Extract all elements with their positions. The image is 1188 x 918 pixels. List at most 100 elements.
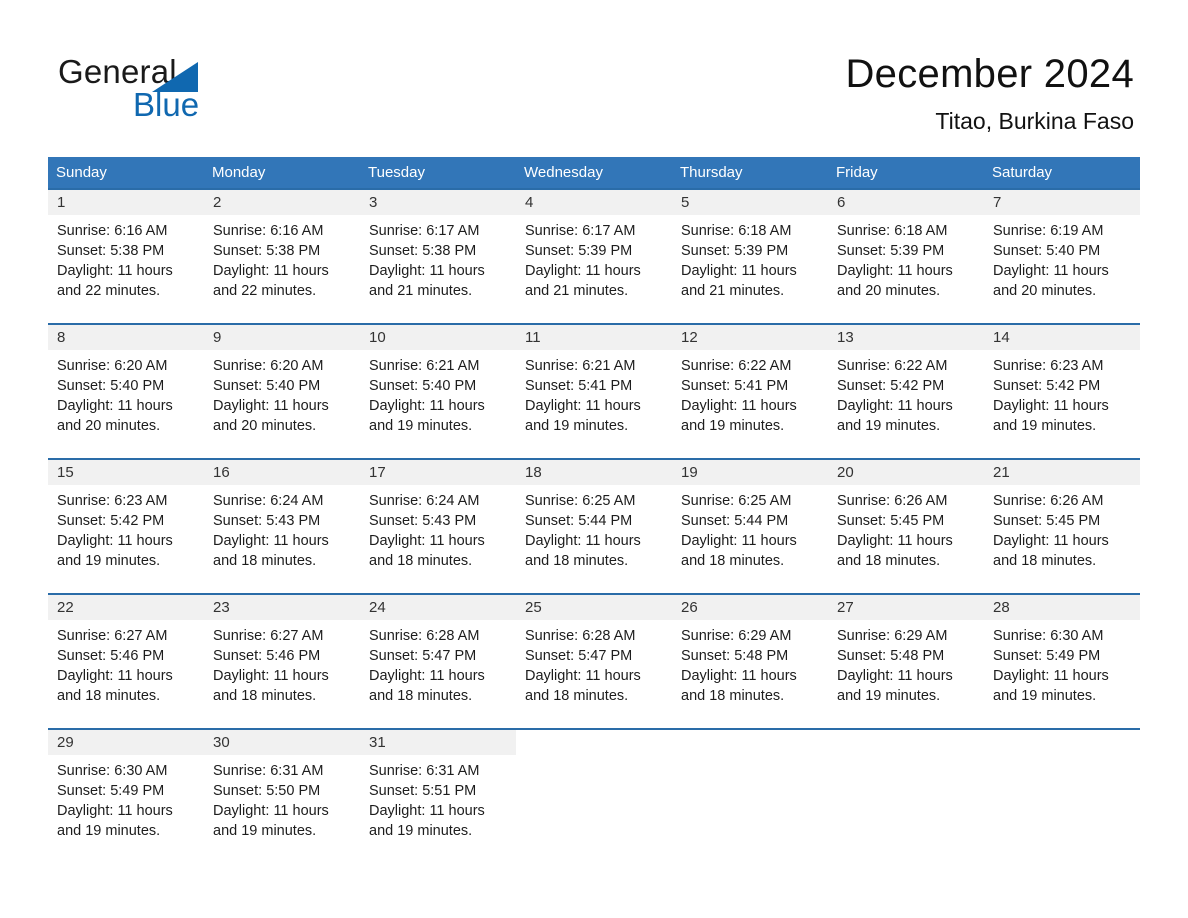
day-cell[interactable]: 28 Sunrise: 6:30 AM Sunset: 5:49 PM Dayl… <box>984 595 1140 728</box>
day-cell[interactable]: 7 Sunrise: 6:19 AM Sunset: 5:40 PM Dayli… <box>984 190 1140 323</box>
daylight-text-line1: Daylight: 11 hours <box>993 263 1109 279</box>
sunset-text: Sunset: 5:51 PM <box>369 783 477 799</box>
day-cell[interactable]: 29 Sunrise: 6:30 AM Sunset: 5:49 PM Dayl… <box>48 730 204 863</box>
date-number: 17 <box>369 464 386 481</box>
sunset-text: Sunset: 5:47 PM <box>525 648 633 664</box>
daylight-text-line2: and 20 minutes. <box>213 418 317 434</box>
sunset-text: Sunset: 5:45 PM <box>993 513 1101 529</box>
sunset-text: Sunset: 5:47 PM <box>369 648 477 664</box>
day-cell[interactable]: 30 Sunrise: 6:31 AM Sunset: 5:50 PM Dayl… <box>204 730 360 863</box>
day-cell[interactable]: 21 Sunrise: 6:26 AM Sunset: 5:45 PM Dayl… <box>984 460 1140 593</box>
date-band: 3 <box>360 190 516 215</box>
date-number: 5 <box>681 194 690 211</box>
date-number: 29 <box>57 734 74 751</box>
sunset-text: Sunset: 5:45 PM <box>837 513 945 529</box>
day-cell[interactable]: 14 Sunrise: 6:23 AM Sunset: 5:42 PM Dayl… <box>984 325 1140 458</box>
day-cell[interactable]: 13 Sunrise: 6:22 AM Sunset: 5:42 PM Dayl… <box>828 325 984 458</box>
daylight-text-line1: Daylight: 11 hours <box>213 803 329 819</box>
page-title: December 2024 <box>845 52 1134 96</box>
day-details: Sunrise: 6:31 AM Sunset: 5:50 PM Dayligh… <box>204 755 360 841</box>
weekday-header-row: Sunday Monday Tuesday Wednesday Thursday… <box>48 157 1140 188</box>
sunrise-text: Sunrise: 6:24 AM <box>369 493 480 509</box>
day-cell[interactable]: 31 Sunrise: 6:31 AM Sunset: 5:51 PM Dayl… <box>360 730 516 863</box>
day-cell[interactable]: 16 Sunrise: 6:24 AM Sunset: 5:43 PM Dayl… <box>204 460 360 593</box>
page-header: General Blue December 2024 Titao, Burkin… <box>0 0 1188 156</box>
day-cell[interactable]: 24 Sunrise: 6:28 AM Sunset: 5:47 PM Dayl… <box>360 595 516 728</box>
sunset-text: Sunset: 5:42 PM <box>837 378 945 394</box>
sunset-text: Sunset: 5:38 PM <box>369 243 477 259</box>
day-cell[interactable]: 2 Sunrise: 6:16 AM Sunset: 5:38 PM Dayli… <box>204 190 360 323</box>
date-band <box>828 730 984 755</box>
day-cell[interactable]: 22 Sunrise: 6:27 AM Sunset: 5:46 PM Dayl… <box>48 595 204 728</box>
sunrise-text: Sunrise: 6:18 AM <box>837 223 948 239</box>
day-details: Sunrise: 6:30 AM Sunset: 5:49 PM Dayligh… <box>984 620 1140 706</box>
sunset-text: Sunset: 5:42 PM <box>993 378 1101 394</box>
daylight-text-line2: and 18 minutes. <box>837 553 941 569</box>
day-cell[interactable]: 17 Sunrise: 6:24 AM Sunset: 5:43 PM Dayl… <box>360 460 516 593</box>
day-details: Sunrise: 6:23 AM Sunset: 5:42 PM Dayligh… <box>984 350 1140 436</box>
day-cell[interactable]: 1 Sunrise: 6:16 AM Sunset: 5:38 PM Dayli… <box>48 190 204 323</box>
daylight-text-line2: and 19 minutes. <box>993 688 1097 704</box>
daylight-text-line1: Daylight: 11 hours <box>681 263 797 279</box>
sunset-text: Sunset: 5:46 PM <box>57 648 165 664</box>
daylight-text-line1: Daylight: 11 hours <box>213 263 329 279</box>
date-number: 21 <box>993 464 1010 481</box>
day-cell[interactable]: 4 Sunrise: 6:17 AM Sunset: 5:39 PM Dayli… <box>516 190 672 323</box>
day-cell[interactable]: 6 Sunrise: 6:18 AM Sunset: 5:39 PM Dayli… <box>828 190 984 323</box>
day-cell[interactable]: 26 Sunrise: 6:29 AM Sunset: 5:48 PM Dayl… <box>672 595 828 728</box>
daylight-text-line2: and 19 minutes. <box>837 688 941 704</box>
day-details: Sunrise: 6:28 AM Sunset: 5:47 PM Dayligh… <box>360 620 516 706</box>
daylight-text-line2: and 21 minutes. <box>525 283 629 299</box>
daylight-text-line2: and 18 minutes. <box>681 553 785 569</box>
date-band: 23 <box>204 595 360 620</box>
day-cell[interactable]: 20 Sunrise: 6:26 AM Sunset: 5:45 PM Dayl… <box>828 460 984 593</box>
sunset-text: Sunset: 5:41 PM <box>681 378 789 394</box>
day-cell[interactable]: 25 Sunrise: 6:28 AM Sunset: 5:47 PM Dayl… <box>516 595 672 728</box>
generalblue-logo[interactable]: General Blue <box>58 52 318 126</box>
day-cell[interactable]: 12 Sunrise: 6:22 AM Sunset: 5:41 PM Dayl… <box>672 325 828 458</box>
date-number: 12 <box>681 329 698 346</box>
date-band: 9 <box>204 325 360 350</box>
date-band: 14 <box>984 325 1140 350</box>
date-number: 3 <box>369 194 378 211</box>
day-cell[interactable]: 11 Sunrise: 6:21 AM Sunset: 5:41 PM Dayl… <box>516 325 672 458</box>
day-cell[interactable]: 8 Sunrise: 6:20 AM Sunset: 5:40 PM Dayli… <box>48 325 204 458</box>
day-cell[interactable]: 10 Sunrise: 6:21 AM Sunset: 5:40 PM Dayl… <box>360 325 516 458</box>
sunrise-text: Sunrise: 6:25 AM <box>525 493 636 509</box>
sunrise-text: Sunrise: 6:23 AM <box>993 358 1104 374</box>
sunset-text: Sunset: 5:50 PM <box>213 783 321 799</box>
day-cell[interactable]: 23 Sunrise: 6:27 AM Sunset: 5:46 PM Dayl… <box>204 595 360 728</box>
daylight-text-line2: and 19 minutes. <box>993 418 1097 434</box>
day-cell[interactable]: 5 Sunrise: 6:18 AM Sunset: 5:39 PM Dayli… <box>672 190 828 323</box>
date-band: 12 <box>672 325 828 350</box>
weekday-header-monday: Monday <box>212 164 266 181</box>
day-details: Sunrise: 6:28 AM Sunset: 5:47 PM Dayligh… <box>516 620 672 706</box>
date-band: 6 <box>828 190 984 215</box>
sunrise-text: Sunrise: 6:30 AM <box>993 628 1104 644</box>
sunrise-text: Sunrise: 6:16 AM <box>213 223 324 239</box>
day-cell[interactable]: 18 Sunrise: 6:25 AM Sunset: 5:44 PM Dayl… <box>516 460 672 593</box>
location-subtitle: Titao, Burkina Faso <box>935 108 1134 134</box>
weekday-header-wednesday: Wednesday <box>524 164 603 181</box>
daylight-text-line2: and 20 minutes. <box>993 283 1097 299</box>
date-number: 14 <box>993 329 1010 346</box>
date-number: 22 <box>57 599 74 616</box>
day-cell[interactable]: 27 Sunrise: 6:29 AM Sunset: 5:48 PM Dayl… <box>828 595 984 728</box>
sunset-text: Sunset: 5:44 PM <box>681 513 789 529</box>
sunrise-text: Sunrise: 6:21 AM <box>369 358 480 374</box>
date-band: 29 <box>48 730 204 755</box>
weekday-header-saturday: Saturday <box>992 164 1053 181</box>
day-details: Sunrise: 6:29 AM Sunset: 5:48 PM Dayligh… <box>828 620 984 706</box>
daylight-text-line1: Daylight: 11 hours <box>369 263 485 279</box>
day-details: Sunrise: 6:17 AM Sunset: 5:39 PM Dayligh… <box>516 215 672 301</box>
date-number: 25 <box>525 599 542 616</box>
sunrise-text: Sunrise: 6:22 AM <box>837 358 948 374</box>
day-cell[interactable]: 3 Sunrise: 6:17 AM Sunset: 5:38 PM Dayli… <box>360 190 516 323</box>
calendar-week-row: 1 Sunrise: 6:16 AM Sunset: 5:38 PM Dayli… <box>48 188 1140 323</box>
sunrise-text: Sunrise: 6:28 AM <box>525 628 636 644</box>
sunset-text: Sunset: 5:49 PM <box>57 783 165 799</box>
daylight-text-line2: and 20 minutes. <box>837 283 941 299</box>
day-cell[interactable]: 15 Sunrise: 6:23 AM Sunset: 5:42 PM Dayl… <box>48 460 204 593</box>
day-cell[interactable]: 9 Sunrise: 6:20 AM Sunset: 5:40 PM Dayli… <box>204 325 360 458</box>
day-cell[interactable]: 19 Sunrise: 6:25 AM Sunset: 5:44 PM Dayl… <box>672 460 828 593</box>
